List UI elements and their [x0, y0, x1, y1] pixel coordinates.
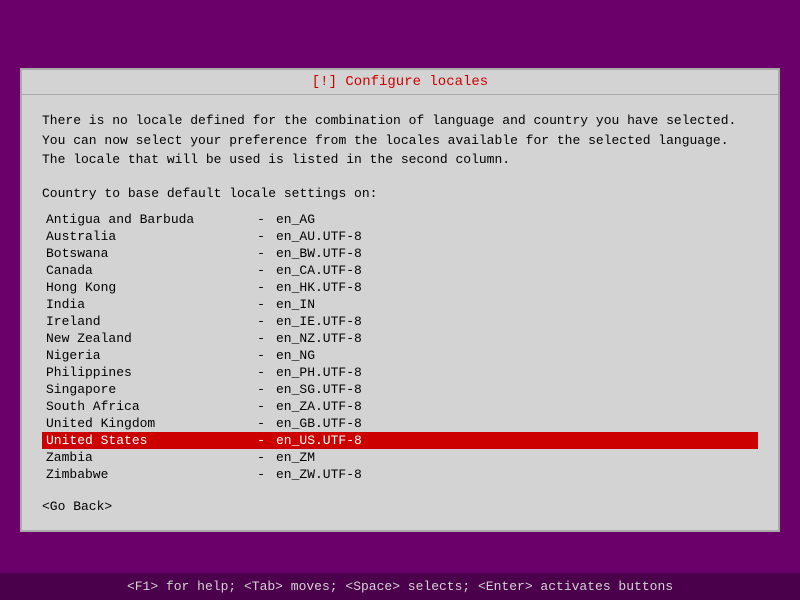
locale-country: Nigeria: [46, 348, 246, 363]
locale-country: Philippines: [46, 365, 246, 380]
description-text: There is no locale defined for the combi…: [42, 111, 758, 170]
locale-dash: -: [246, 450, 276, 465]
locale-country: United States: [46, 433, 246, 448]
locale-country: Antigua and Barbuda: [46, 212, 246, 227]
locale-item[interactable]: Antigua and Barbuda-en_AG: [42, 211, 758, 228]
locale-dash: -: [246, 263, 276, 278]
locale-code: en_ZM: [276, 450, 754, 465]
locale-item[interactable]: Nigeria-en_NG: [42, 347, 758, 364]
bottom-help-bar: <F1> for help; <Tab> moves; <Space> sele…: [0, 573, 800, 600]
locale-item[interactable]: Hong Kong-en_HK.UTF-8: [42, 279, 758, 296]
locale-country: Singapore: [46, 382, 246, 397]
locale-dash: -: [246, 467, 276, 482]
description-line3: The locale that will be used is listed i…: [42, 150, 758, 170]
locale-country: South Africa: [46, 399, 246, 414]
locale-dash: -: [246, 382, 276, 397]
locale-country: India: [46, 297, 246, 312]
locale-code: en_HK.UTF-8: [276, 280, 754, 295]
locale-dash: -: [246, 212, 276, 227]
dialog-content: There is no locale defined for the combi…: [22, 95, 778, 530]
locale-code: en_AU.UTF-8: [276, 229, 754, 244]
locale-country: Australia: [46, 229, 246, 244]
locale-country: Ireland: [46, 314, 246, 329]
locale-code: en_GB.UTF-8: [276, 416, 754, 431]
locale-item[interactable]: Ireland-en_IE.UTF-8: [42, 313, 758, 330]
description-line2: You can now select your preference from …: [42, 131, 758, 151]
locale-item[interactable]: Canada-en_CA.UTF-8: [42, 262, 758, 279]
locale-dash: -: [246, 331, 276, 346]
locale-dash: -: [246, 348, 276, 363]
locale-code: en_PH.UTF-8: [276, 365, 754, 380]
locale-country: Zimbabwe: [46, 467, 246, 482]
locale-dash: -: [246, 399, 276, 414]
locale-country: Zambia: [46, 450, 246, 465]
locale-item[interactable]: South Africa-en_ZA.UTF-8: [42, 398, 758, 415]
locale-code: en_CA.UTF-8: [276, 263, 754, 278]
locale-country: New Zealand: [46, 331, 246, 346]
locale-item[interactable]: Zambia-en_ZM: [42, 449, 758, 466]
locale-code: en_SG.UTF-8: [276, 382, 754, 397]
locale-item[interactable]: Botswana-en_BW.UTF-8: [42, 245, 758, 262]
locale-country: United Kingdom: [46, 416, 246, 431]
locale-country: Botswana: [46, 246, 246, 261]
locale-dash: -: [246, 229, 276, 244]
locale-code: en_US.UTF-8: [276, 433, 754, 448]
locale-item[interactable]: Australia-en_AU.UTF-8: [42, 228, 758, 245]
locale-item[interactable]: India-en_IN: [42, 296, 758, 313]
locale-country: Hong Kong: [46, 280, 246, 295]
locale-code: en_NZ.UTF-8: [276, 331, 754, 346]
locale-code: en_BW.UTF-8: [276, 246, 754, 261]
locale-item[interactable]: New Zealand-en_NZ.UTF-8: [42, 330, 758, 347]
locale-dash: -: [246, 416, 276, 431]
go-back-button[interactable]: <Go Back>: [42, 499, 758, 514]
locale-dash: -: [246, 280, 276, 295]
locale-item[interactable]: United Kingdom-en_GB.UTF-8: [42, 415, 758, 432]
locale-item[interactable]: Zimbabwe-en_ZW.UTF-8: [42, 466, 758, 483]
locale-dash: -: [246, 246, 276, 261]
description-line1: There is no locale defined for the combi…: [42, 111, 758, 131]
locale-item[interactable]: Philippines-en_PH.UTF-8: [42, 364, 758, 381]
section-label: Country to base default locale settings …: [42, 186, 758, 201]
locale-dash: -: [246, 314, 276, 329]
dialog-title: [!] Configure locales: [22, 70, 778, 95]
locale-item[interactable]: Singapore-en_SG.UTF-8: [42, 381, 758, 398]
locale-country: Canada: [46, 263, 246, 278]
locale-item[interactable]: United States-en_US.UTF-8: [42, 432, 758, 449]
locale-dash: -: [246, 297, 276, 312]
locale-dash: -: [246, 365, 276, 380]
locale-code: en_ZW.UTF-8: [276, 467, 754, 482]
locale-code: en_AG: [276, 212, 754, 227]
locale-code: en_IE.UTF-8: [276, 314, 754, 329]
locale-code: en_IN: [276, 297, 754, 312]
locale-dash: -: [246, 433, 276, 448]
configure-locales-dialog: [!] Configure locales There is no locale…: [20, 68, 780, 532]
locale-code: en_NG: [276, 348, 754, 363]
locale-list: Antigua and Barbuda-en_AGAustralia-en_AU…: [42, 211, 758, 483]
locale-code: en_ZA.UTF-8: [276, 399, 754, 414]
